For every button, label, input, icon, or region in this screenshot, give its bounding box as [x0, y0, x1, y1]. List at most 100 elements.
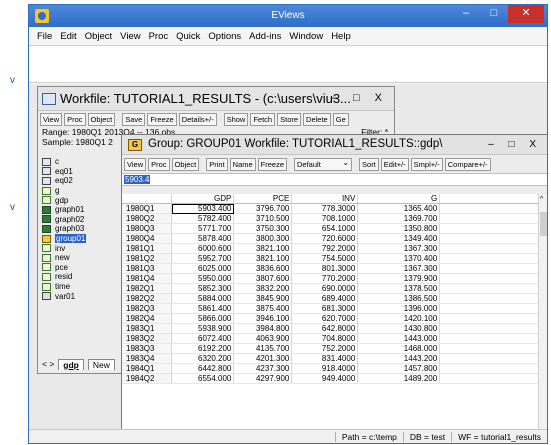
wf-proc-button[interactable]: Proc — [64, 112, 86, 126]
minimize-button[interactable]: – — [453, 5, 479, 23]
group-window-controls[interactable]: – □ X — [488, 139, 542, 150]
empty-cell[interactable] — [439, 253, 540, 265]
wf-details-button[interactable]: Details+/- — [178, 112, 217, 126]
grp-smpl-button[interactable]: Smpl+/- — [410, 157, 443, 171]
list-item[interactable]: inv — [42, 243, 130, 253]
data-cell[interactable]: 1457.800 — [357, 363, 441, 375]
data-cell[interactable]: 6554.000 — [171, 373, 235, 385]
list-item[interactable]: c — [42, 157, 130, 167]
data-cell[interactable]: 1367.300 — [357, 263, 441, 275]
workfile-title-bar[interactable]: Workfile: TUTORIAL1_RESULTS - (c:\users\… — [38, 87, 394, 111]
empty-cell[interactable] — [439, 273, 540, 285]
data-cell[interactable]: 3845.900 — [233, 293, 293, 305]
grp-compare-button[interactable]: Compare+/- — [444, 157, 491, 171]
data-cell[interactable]: 3807.600 — [233, 273, 293, 285]
row-label[interactable]: 1982Q4 — [122, 313, 173, 325]
vertical-scrollbar[interactable]: ^ — [538, 194, 547, 432]
wf-delete-button[interactable]: Delete — [303, 112, 331, 126]
row-label[interactable]: 1980Q1 — [122, 203, 173, 215]
data-cell[interactable]: 6072.400 — [171, 333, 235, 345]
row-label[interactable]: 1983Q3 — [122, 343, 173, 355]
wf-save-button[interactable]: Save — [122, 112, 146, 126]
data-cell[interactable]: 3836.600 — [233, 263, 293, 275]
data-cell[interactable]: 5938.900 — [171, 323, 235, 335]
data-cell[interactable]: 1350.800 — [357, 223, 441, 235]
data-cell[interactable]: 5861.400 — [171, 303, 235, 315]
data-cell[interactable]: 1379.900 — [357, 273, 441, 285]
list-item[interactable]: eq01 — [42, 167, 130, 177]
list-item-selected[interactable]: group01 — [42, 234, 130, 244]
empty-cell[interactable] — [439, 313, 540, 325]
data-cell[interactable]: 5866.000 — [171, 313, 235, 325]
row-label[interactable]: 1984Q2 — [122, 373, 173, 385]
list-item[interactable]: gdp — [42, 195, 130, 205]
list-item[interactable]: eq02 — [42, 176, 130, 186]
data-cell[interactable]: 831.4000 — [291, 353, 359, 365]
data-cell[interactable]: 1489.200 — [357, 373, 441, 385]
grp-print-button[interactable]: Print — [206, 157, 228, 171]
data-cell[interactable]: 752.2000 — [291, 343, 359, 355]
grp-name-button[interactable]: Name — [229, 157, 256, 171]
row-label[interactable]: 1982Q3 — [122, 303, 173, 315]
data-cell[interactable]: 5952.700 — [171, 253, 235, 265]
data-cell[interactable]: 3984.800 — [233, 323, 293, 335]
cell-edit-field[interactable]: 5903.4 — [122, 173, 547, 186]
data-cell[interactable]: 708.1000 — [291, 213, 359, 225]
row-label[interactable]: 1980Q3 — [122, 223, 173, 235]
row-label[interactable]: 1982Q2 — [122, 293, 173, 305]
command-window[interactable] — [29, 45, 547, 83]
data-cell[interactable]: 1367.300 — [357, 243, 441, 255]
menu-quick[interactable]: Quick — [172, 31, 204, 42]
close-button[interactable]: ✕ — [508, 5, 544, 23]
data-cell[interactable]: 770.2000 — [291, 273, 359, 285]
grp-sort-button[interactable]: Sort — [359, 157, 379, 171]
data-cell[interactable]: 720.6000 — [291, 233, 359, 245]
wf-genr-button[interactable]: Ge — [332, 112, 349, 126]
data-cell[interactable]: 5884.000 — [171, 293, 235, 305]
data-cell[interactable]: 801.3000 — [291, 263, 359, 275]
data-cell[interactable]: 1443.000 — [357, 333, 441, 345]
data-cell[interactable]: 1378.500 — [357, 283, 441, 295]
group-title-bar[interactable]: G Group: GROUP01 Workfile: TUTORIAL1_RES… — [122, 135, 547, 155]
group-window[interactable]: G Group: GROUP01 Workfile: TUTORIAL1_RES… — [121, 134, 547, 443]
list-item[interactable]: var01 — [42, 291, 130, 301]
data-cell[interactable]: 1443.200 — [357, 353, 441, 365]
row-label[interactable]: 1981Q4 — [122, 273, 173, 285]
list-item[interactable]: graph01 — [42, 205, 130, 215]
data-cell[interactable]: 5782.400 — [171, 213, 235, 225]
menu-add-ins[interactable]: Add-ins — [245, 31, 285, 42]
grp-proc-button[interactable]: Proc — [148, 157, 170, 171]
scrollbar-thumb[interactable] — [540, 212, 547, 236]
data-cell[interactable]: 6025.000 — [171, 263, 235, 275]
wf-store-button[interactable]: Store — [277, 112, 302, 126]
grp-object-button[interactable]: Object — [171, 157, 200, 171]
list-item[interactable]: g — [42, 186, 130, 196]
data-cell[interactable]: 3750.300 — [233, 223, 293, 235]
data-cell[interactable]: 778.3000 — [291, 203, 359, 215]
data-cell[interactable]: 4201.300 — [233, 353, 293, 365]
menu-help[interactable]: Help — [327, 31, 355, 42]
row-label[interactable]: 1981Q3 — [122, 263, 173, 275]
menu-view[interactable]: View — [116, 31, 144, 42]
empty-cell[interactable] — [439, 283, 540, 295]
data-cell[interactable]: 1420.100 — [357, 313, 441, 325]
empty-cell[interactable] — [439, 223, 540, 235]
row-label[interactable]: 1983Q1 — [122, 323, 173, 335]
data-cell[interactable]: 4297.900 — [233, 373, 293, 385]
display-format-dropdown[interactable]: Default — [294, 157, 353, 171]
data-cell[interactable]: 3946.100 — [233, 313, 293, 325]
row-label[interactable]: 1983Q2 — [122, 333, 173, 345]
list-item[interactable]: new — [42, 253, 130, 263]
row-label[interactable]: 1983Q4 — [122, 353, 173, 365]
data-cell[interactable]: 3832.200 — [233, 283, 293, 295]
data-cell[interactable]: 689.4000 — [291, 293, 359, 305]
data-cell[interactable]: 5950.000 — [171, 273, 235, 285]
maximize-button[interactable]: □ — [481, 5, 507, 23]
data-cell[interactable]: 1369.700 — [357, 213, 441, 225]
empty-cell[interactable] — [439, 203, 540, 215]
workfile-window-controls[interactable]: – □ X — [332, 92, 388, 104]
data-cell[interactable]: 5852.300 — [171, 283, 235, 295]
empty-cell[interactable] — [439, 243, 540, 255]
list-item[interactable]: graph02 — [42, 215, 130, 225]
data-cell[interactable]: 4135.700 — [233, 343, 293, 355]
